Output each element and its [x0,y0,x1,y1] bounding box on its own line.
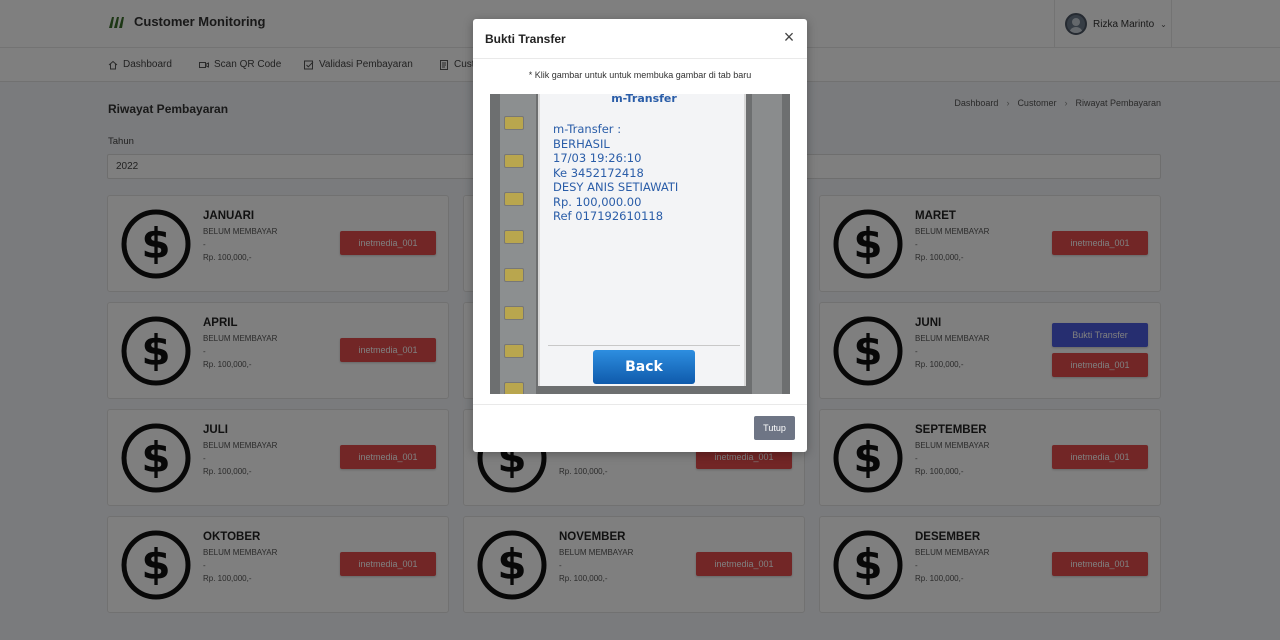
modal-footer: Tutup [473,404,807,452]
envelope-icon [504,154,524,168]
envelope-icon [504,268,524,282]
envelope-icon [504,116,524,130]
proof-line: DESY ANIS SETIAWATI [553,180,679,194]
proof-line: 17/03 19:26:10 [553,151,642,165]
envelope-icon [504,230,524,244]
envelope-icon [504,344,524,358]
proof-details: m-Transfer : BERHASIL 17/03 19:26:10 Ke … [553,122,678,224]
proof-line: BERHASIL [553,136,610,151]
bukti-transfer-modal: Bukti Transfer × * Klik gambar untuk unt… [473,19,807,452]
phone-screen: m-Transfer m-Transfer : BERHASIL 17/03 1… [538,94,746,386]
transfer-proof-image[interactable]: m-Transfer m-Transfer : BERHASIL 17/03 1… [490,94,790,394]
proof-line: m-Transfer : [553,122,622,136]
proof-divider [548,345,740,346]
modal-note: * Klik gambar untuk untuk membuka gambar… [528,70,752,80]
envelope-icon [504,382,524,394]
close-icon[interactable]: × [781,28,797,46]
envelope-icon [504,306,524,320]
proof-back-button: Back [593,350,695,384]
proof-background-right [752,94,782,394]
proof-line: Rp. 100,000.00 [553,194,642,209]
modal-title: Bukti Transfer [485,32,566,46]
envelope-icon [504,192,524,206]
proof-line: Ke 3452172418 [553,165,644,180]
modal-header: Bukti Transfer × [473,19,807,59]
proof-heading: m-Transfer [611,94,677,105]
tutup-button[interactable]: Tutup [754,416,795,440]
proof-line: Ref 017192610118 [553,209,664,223]
